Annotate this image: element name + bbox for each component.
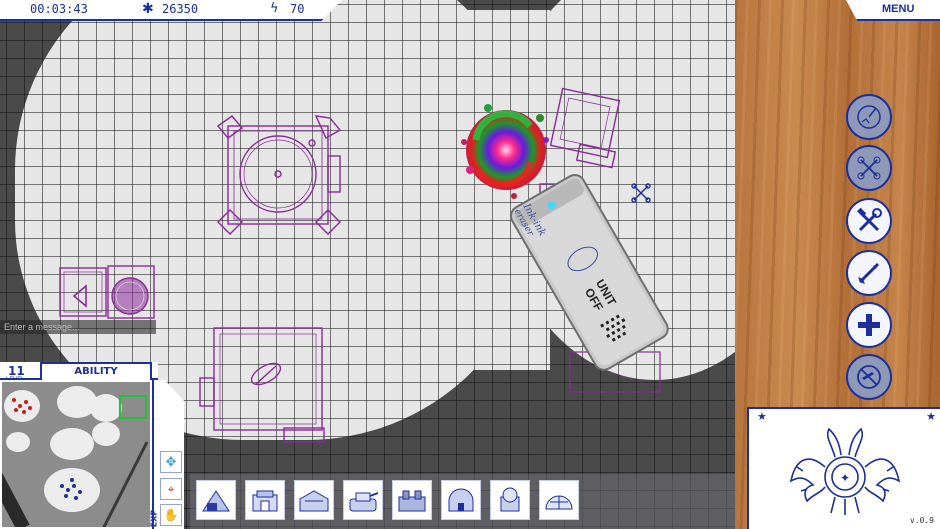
energy-counter: 70 (290, 2, 305, 16)
game-screen: Ink-ink eraser UNIT OFF 00:03:43 ✱ 26350… (0, 0, 940, 529)
plus-icon (858, 314, 880, 336)
build-slot-tower[interactable] (490, 480, 530, 520)
lightning-icon: ϟ (270, 1, 279, 16)
tool-radar-button[interactable] (846, 94, 892, 140)
star-icon: ★ (926, 410, 936, 423)
drone-marker (631, 183, 651, 203)
drone-icon (857, 156, 881, 180)
target-icon: ⌖ (167, 481, 175, 496)
minimap-view (2, 382, 150, 527)
build-slot-barracks[interactable] (294, 480, 334, 520)
ink-splash (461, 104, 549, 199)
wrench-hammer-icon (857, 207, 882, 232)
tool-drone-button[interactable] (846, 145, 892, 191)
radar-icon (857, 105, 881, 129)
tool-missile-button[interactable] (846, 250, 892, 296)
game-timer: 00:03:43 (30, 2, 88, 16)
tool-heal-button[interactable] (846, 302, 892, 348)
menu-button[interactable]: MENU (846, 0, 940, 21)
svg-text:✦: ✦ (840, 471, 850, 485)
move-mode-button[interactable]: ✥ (160, 451, 182, 473)
dome-icon (448, 488, 474, 512)
missile-icon (858, 262, 880, 284)
tower-icon (500, 487, 520, 512)
ability-tab[interactable]: ABILITY (40, 362, 152, 380)
generator-building (59, 265, 155, 319)
chat-input[interactable]: Enter a message... (0, 320, 156, 334)
radar-dome-icon (545, 495, 573, 510)
build-slot-bunker[interactable] (245, 480, 285, 520)
build-slot-factory[interactable] (392, 480, 432, 520)
radar-building (199, 327, 325, 443)
tent-icon (202, 490, 230, 512)
score-counter: 26350 (162, 2, 199, 16)
hand-icon: ✋ (163, 508, 179, 522)
faction-emblem: ✦ (789, 427, 901, 515)
build-slot-tent[interactable] (196, 480, 236, 520)
hand-mode-button[interactable]: ✋ (160, 504, 182, 526)
move-icon: ✥ (165, 454, 177, 470)
factory-icon (398, 490, 426, 512)
bunker-icon (252, 490, 278, 512)
minimap[interactable] (0, 380, 152, 529)
hud-bar: 00:03:43 ✱ 26350 ϟ 70 (0, 0, 342, 21)
faction-card: ★ ★ ✦ v.0.9 (747, 407, 940, 529)
splat-icon: ✱ (142, 1, 154, 17)
menu-label: MENU (882, 3, 915, 15)
star-icon: ★ (757, 410, 767, 423)
barracks-icon (299, 490, 329, 512)
tank-icon (349, 492, 379, 512)
tool-repair-button[interactable] (846, 198, 892, 244)
build-slot-radar-dome[interactable] (539, 480, 579, 520)
command-building (216, 115, 342, 235)
build-slot-dome[interactable] (441, 480, 481, 520)
no-plane-icon (857, 365, 881, 389)
tool-airstrike-button[interactable] (846, 354, 892, 400)
build-slot-tank[interactable] (343, 480, 383, 520)
version-label: v.0.9 (909, 516, 934, 525)
exp-label: EXP (149, 509, 159, 528)
target-mode-button[interactable]: ⌖ (160, 478, 182, 500)
